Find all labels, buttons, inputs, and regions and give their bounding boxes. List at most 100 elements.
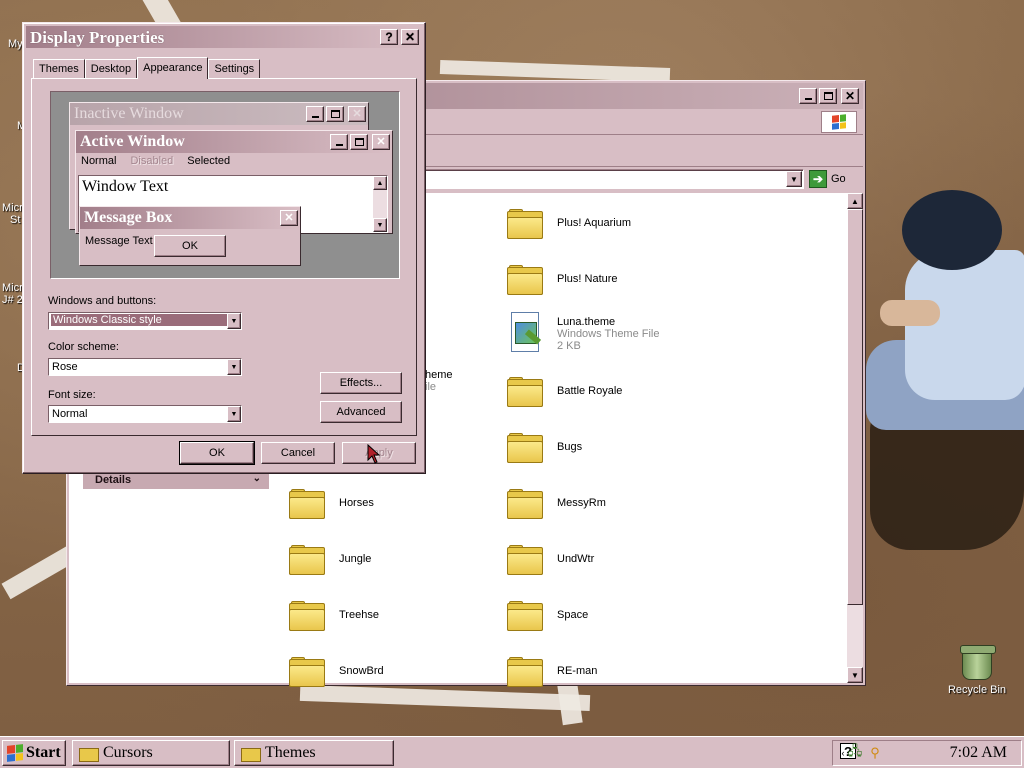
dropdown-arrow-icon: ▼ [790,174,798,184]
folder-item[interactable]: RE-man [507,651,597,691]
theme-file-icon [507,312,543,356]
tab-appearance[interactable]: Appearance [137,57,209,79]
folder-item[interactable]: Plus! Nature [507,259,618,299]
down-arrow-icon: ▼ [373,218,387,232]
preview-close-icon: ✕ [348,106,366,122]
folder-icon [507,263,543,295]
magnifier-icon[interactable]: ⚲ [867,745,883,761]
folder-icon [289,487,325,519]
details-label: Details [95,474,132,486]
active-window-title: Active Window [80,133,185,150]
advanced-button[interactable]: Advanced [320,401,402,423]
maximize-icon [823,92,833,100]
taskbar: Start Cursors Themes ? ‹ 🖧 ⚲ 7:02 AM [0,736,1024,768]
inactive-window-title: Inactive Window [74,105,184,122]
close-button[interactable]: ✕ [841,88,859,104]
scroll-thumb[interactable] [847,209,863,605]
chevron-down-icon: ⌄ [252,473,261,484]
vertical-scrollbar[interactable]: ▲ ▼ [847,193,863,683]
tab-settings[interactable]: Settings [208,59,261,79]
preview-maximize-icon [326,106,344,122]
folder-icon [289,655,325,687]
cancel-button[interactable]: Cancel [261,442,335,464]
font-size-select[interactable]: Normal ▼ [48,405,242,423]
folder-item[interactable]: SnowBrd [289,651,384,691]
effects-button[interactable]: Effects... [320,372,402,394]
desktop-icon-label[interactable]: Micr [2,282,23,294]
address-dropdown-button[interactable]: ▼ [786,171,802,187]
dropdown-arrow-icon[interactable]: ▼ [227,313,241,329]
tab-themes[interactable]: Themes [33,59,85,79]
preview-scrollbar: ▲ ▼ [373,176,387,232]
folder-item[interactable]: Horses [289,483,374,523]
folder-item[interactable]: Space [507,595,588,635]
taskbar-button-cursors[interactable]: Cursors [72,740,230,766]
folder-item[interactable]: Plus! Aquarium [507,203,631,243]
folder-name: RE-man [557,665,598,677]
start-button[interactable]: Start [2,740,66,766]
folder-item[interactable]: Bugs [507,427,582,467]
desktop-icon-label[interactable]: Micr [2,202,23,214]
umpire-arm [880,300,940,326]
dropdown-arrow-icon[interactable]: ▼ [227,359,241,375]
minimize-button[interactable] [799,88,817,104]
maximize-button[interactable] [819,88,837,104]
recycle-bin[interactable]: Recycle Bin [940,645,1014,696]
help-button[interactable]: ? [380,29,398,45]
up-arrow-icon: ▲ [373,176,387,190]
dialog-titlebar[interactable]: Display Properties ? ✕ [26,26,422,48]
desktop-icon-label[interactable]: My [8,38,23,50]
folder-item[interactable]: Treehse [289,595,379,635]
folder-name: UndWtr [557,553,595,565]
folder-icon [289,543,325,575]
close-icon: ✕ [404,30,416,44]
system-tray: ‹ 🖧 ⚲ 7:02 AM [832,740,1022,766]
network-icon[interactable]: 🖧 [847,743,863,761]
color-scheme-label: Color scheme: [48,341,119,353]
umpire-mask [902,190,1002,270]
scroll-up-button[interactable]: ▲ [847,193,863,209]
file-name: Luna.theme [557,316,616,328]
folder-name: Plus! Aquarium [557,217,631,229]
close-button[interactable]: ✕ [401,29,419,45]
taskbar-button-label: Cursors [103,744,153,761]
taskbar-button-themes[interactable]: Themes [234,740,394,766]
appearance-preview: Inactive Window ✕ Active Window ✕ Normal… [50,91,400,279]
msgbox-title: Message Box [84,209,173,226]
taskbar-button-label: Themes [265,744,316,761]
folder-name: MessyRm [557,497,606,509]
address-input[interactable]: ▼ [424,169,804,189]
preview-maximize-icon [350,134,368,150]
tab-strip: Themes Desktop Appearance Settings [33,57,261,79]
folder-item[interactable]: Battle Royale [507,371,622,411]
close-icon: ✕ [844,89,856,103]
color-scheme-select[interactable]: Rose ▼ [48,358,242,376]
file-type: ile [425,381,437,393]
dropdown-arrow-icon[interactable]: ▼ [227,406,241,422]
ok-button[interactable]: OK [179,441,255,465]
windows-buttons-select[interactable]: Windows Classic style ▼ [48,312,242,330]
go-button[interactable]: ➔ Go [809,169,855,189]
folder-icon [507,599,543,631]
clock[interactable]: 7:02 AM [950,744,1007,762]
desktop-icon-label[interactable]: J# 2 [2,294,23,306]
windows-logo-icon [7,744,23,762]
scroll-down-button[interactable]: ▼ [847,667,863,683]
file-item[interactable]: heme ile [425,369,453,393]
desktop-icon-label[interactable]: St [10,214,20,226]
tab-desktop[interactable]: Desktop [84,59,138,79]
preview-minimize-icon [306,106,324,122]
minimize-icon [804,98,812,100]
preview-close-icon: ✕ [280,210,298,226]
preview-menu-disabled: Disabled [130,155,174,167]
folder-item[interactable]: Jungle [289,539,371,579]
folder-item[interactable]: MessyRm [507,483,606,523]
down-arrow-icon: ▼ [851,670,859,680]
help-icon: ? [385,30,393,44]
file-item[interactable]: Luna.theme Windows Theme File 2 KB [507,309,660,359]
go-arrow-icon: ➔ [809,170,827,188]
folder-item[interactable]: UndWtr [507,539,594,579]
folder-icon [79,746,99,762]
folder-name: Plus! Nature [557,273,618,285]
folder-name: SnowBrd [339,665,384,677]
